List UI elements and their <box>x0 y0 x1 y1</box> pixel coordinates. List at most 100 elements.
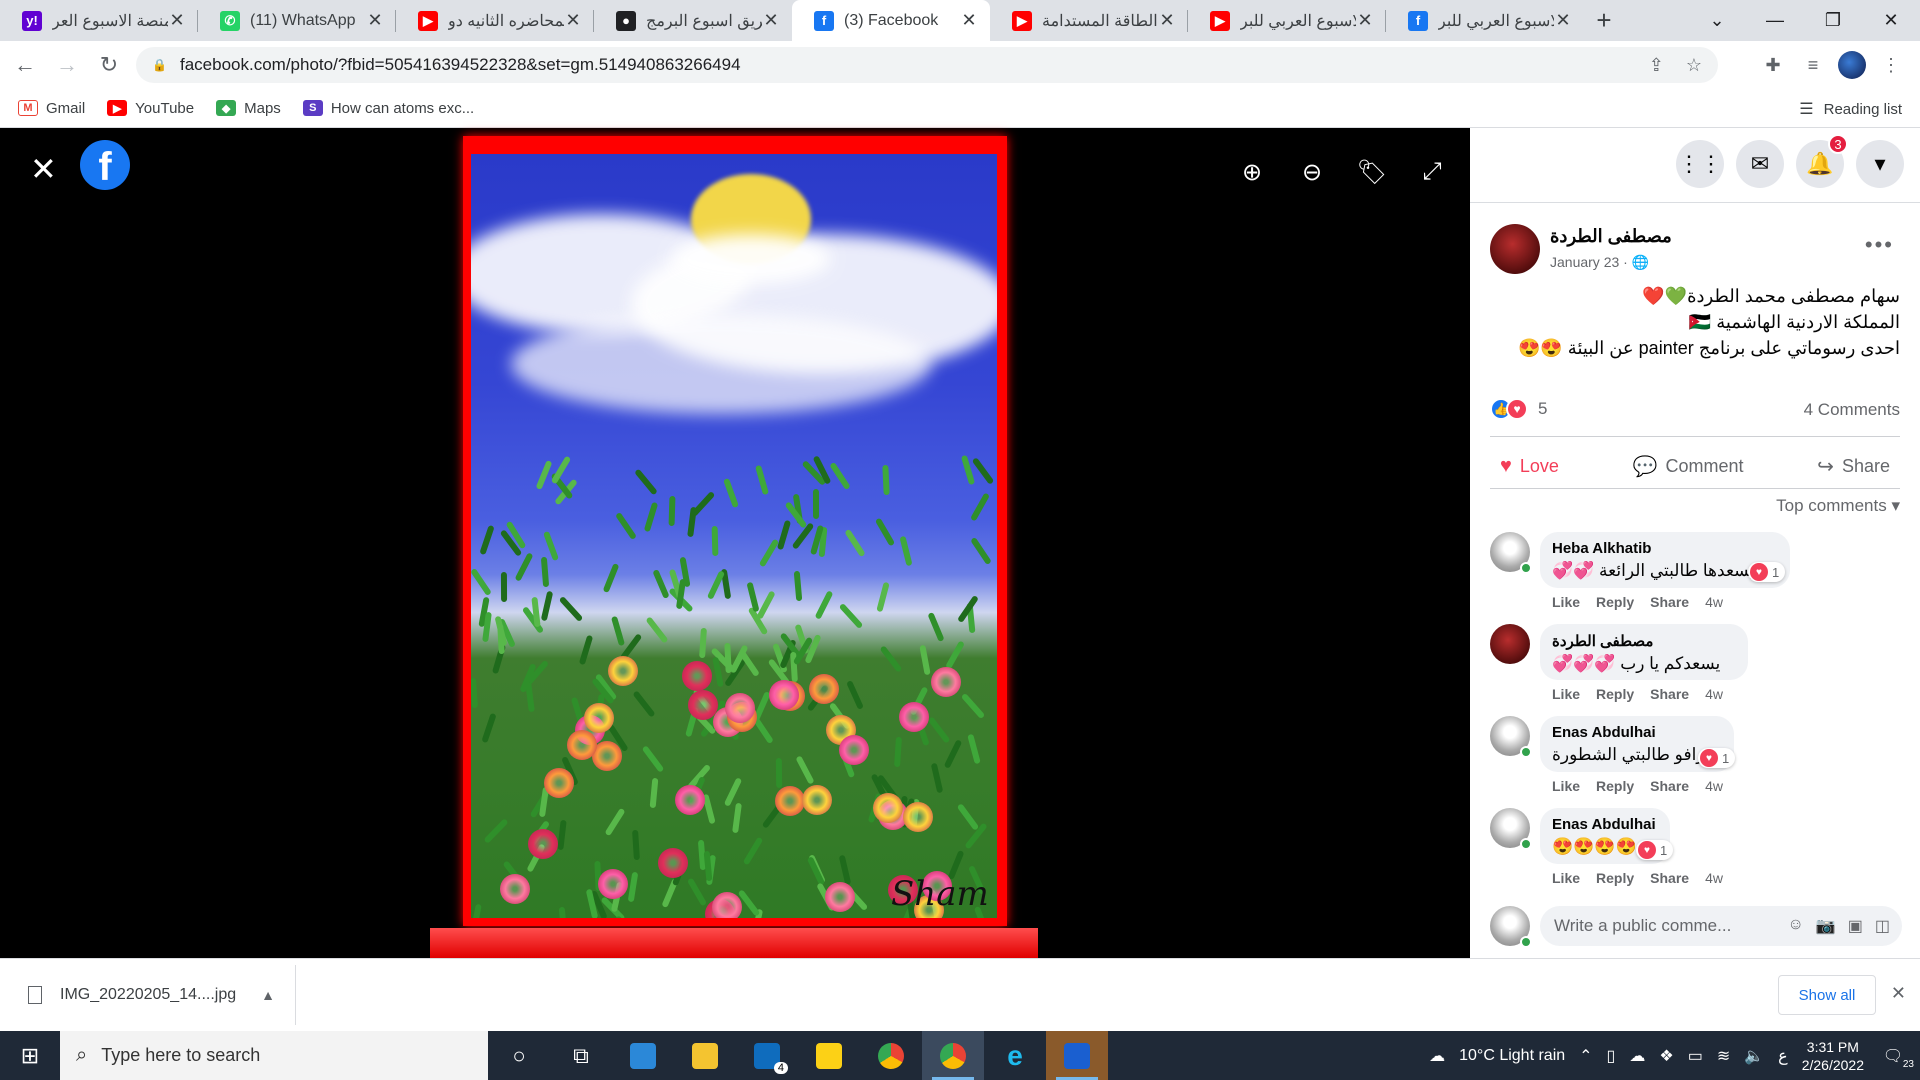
battery-icon[interactable]: ▭ <box>1688 1046 1703 1066</box>
close-window-button[interactable]: ✕ <box>1862 0 1920 41</box>
minimize-button[interactable]: — <box>1746 0 1804 41</box>
download-item[interactable]: IMG_20220205_14....jpg ▲ <box>0 965 296 1025</box>
weather-text[interactable]: 10°C Light rain <box>1459 1047 1565 1065</box>
close-icon[interactable]: ✕ <box>1158 10 1176 31</box>
share-button[interactable]: ↪ Share <box>1807 454 1900 479</box>
sticky-notes-icon[interactable] <box>798 1031 860 1080</box>
like-comment-button[interactable]: Like <box>1552 594 1580 610</box>
chrome-icon[interactable] <box>860 1031 922 1080</box>
new-tab-button[interactable]: + <box>1584 0 1624 41</box>
commenter-avatar[interactable] <box>1490 624 1530 664</box>
love-button[interactable]: ♥ Love <box>1490 455 1569 478</box>
commenter-name[interactable]: Heba Alkhatib <box>1552 540 1778 557</box>
task-view-icon[interactable]: ⧉ <box>550 1031 612 1080</box>
reply-button[interactable]: Reply <box>1596 870 1634 886</box>
author-avatar[interactable] <box>1490 224 1540 274</box>
menu-icon[interactable]: ⋮ <box>1876 47 1906 83</box>
tab-1[interactable]: y! منصة الاسبوع العر ✕ <box>0 0 198 41</box>
bookmark-youtube[interactable]: ▶ YouTube <box>107 100 194 117</box>
back-icon[interactable]: ← <box>8 48 42 82</box>
show-all-button[interactable]: Show all <box>1778 975 1876 1015</box>
close-icon[interactable]: ✕ <box>1891 983 1906 1004</box>
bookmark-star-icon[interactable]: ☆ <box>1686 55 1702 76</box>
reload-icon[interactable]: ↻ <box>92 48 126 82</box>
tab-4[interactable]: ● فريق اسبوع البرمج ✕ <box>594 0 792 41</box>
internet-explorer-icon[interactable]: e <box>984 1031 1046 1080</box>
comment-reactions[interactable]: ♥ 1 <box>1636 840 1674 860</box>
comment-reactions[interactable]: ♥ 1 <box>1748 562 1786 582</box>
share-comment-button[interactable]: Share <box>1650 594 1689 610</box>
more-options-icon[interactable]: ••• <box>1865 232 1894 258</box>
file-transfer-icon[interactable] <box>612 1031 674 1080</box>
comment-input[interactable]: Write a public comme... ☺ 📷 ▣ ◫ <box>1540 906 1902 946</box>
comment-reactions[interactable]: ♥ 1 <box>1698 748 1736 768</box>
comment-count[interactable]: 4 Comments <box>1804 400 1900 420</box>
tab-3[interactable]: ▶ المحاضره الثانيه دو ✕ <box>396 0 594 41</box>
share-comment-button[interactable]: Share <box>1650 778 1689 794</box>
extensions-icon[interactable]: ✚ <box>1758 47 1788 83</box>
bookmark-maps[interactable]: ◆ Maps <box>216 100 281 117</box>
camera-icon[interactable]: 📷 <box>1816 916 1836 936</box>
post-date[interactable]: January 23 · 🌐 <box>1550 254 1649 271</box>
tab-search-icon[interactable]: ⌄ <box>1688 0 1746 41</box>
tab-8[interactable]: f الاسبوع العربي للبر ✕ <box>1386 0 1584 41</box>
gif-icon[interactable]: ▣ <box>1848 916 1863 936</box>
media-control-icon[interactable]: ≡ <box>1798 47 1828 83</box>
notifications-bell-icon[interactable]: 🔔 3 <box>1796 134 1848 188</box>
bookmark-atoms[interactable]: S How can atoms exc... <box>302 100 474 117</box>
commenter-name[interactable]: Enas Abdulhai <box>1552 724 1722 741</box>
tab-2[interactable]: ✆ (11) WhatsApp ✕ <box>198 0 396 41</box>
mail-icon[interactable]: 4 <box>736 1031 798 1080</box>
clock[interactable]: 3:31 PM 2/26/2022 <box>1802 1038 1864 1074</box>
messenger-icon[interactable]: ✉ <box>1736 140 1784 188</box>
like-comment-button[interactable]: Like <box>1552 686 1580 702</box>
commenter-name[interactable]: مصطفى الطردة <box>1552 632 1736 650</box>
close-icon[interactable]: ✕ <box>762 10 780 31</box>
tab-5[interactable]: f (3) Facebook ✕ <box>792 0 990 41</box>
like-comment-button[interactable]: Like <box>1552 870 1580 886</box>
close-icon[interactable]: ✕ <box>30 150 57 188</box>
volume-icon[interactable]: 🔈 <box>1744 1046 1764 1066</box>
reaction-summary[interactable]: 👍 ♥ 5 <box>1490 398 1547 420</box>
maximize-button[interactable]: ❐ <box>1804 0 1862 41</box>
comment-sort-dropdown[interactable]: Top comments ▾ <box>1776 496 1900 516</box>
sticker-icon[interactable]: ◫ <box>1875 916 1890 936</box>
reply-button[interactable]: Reply <box>1596 778 1634 794</box>
app-tray-icon[interactable]: ❖ <box>1659 1046 1673 1066</box>
emoji-icon[interactable]: ☺ <box>1787 916 1803 936</box>
reading-list-button[interactable]: ☰ Reading list <box>1799 99 1902 119</box>
action-center-icon[interactable]: 🗨 23 <box>1878 1046 1914 1070</box>
tab-6[interactable]: ▶ الطاقة المستدامة ✕ <box>990 0 1188 41</box>
zoom-in-icon[interactable]: ⊕ <box>1232 152 1272 192</box>
comment-age[interactable]: 4w <box>1705 870 1723 886</box>
reply-button[interactable]: Reply <box>1596 594 1634 610</box>
reply-button[interactable]: Reply <box>1596 686 1634 702</box>
facebook-logo-icon[interactable]: f <box>80 140 130 190</box>
account-dropdown-icon[interactable]: ▾ <box>1856 140 1904 188</box>
comment-age[interactable]: 4w <box>1705 594 1723 610</box>
profile-avatar[interactable] <box>1838 51 1866 79</box>
wifi-icon[interactable]: ≋ <box>1717 1046 1730 1066</box>
comment-age[interactable]: 4w <box>1705 686 1723 702</box>
forward-icon[interactable]: → <box>50 48 84 82</box>
taskbar-search[interactable]: ⌕ Type here to search <box>60 1031 488 1080</box>
close-icon[interactable]: ✕ <box>1356 10 1374 31</box>
close-icon[interactable]: ✕ <box>960 10 978 31</box>
zoom-out-icon[interactable]: ⊖ <box>1292 152 1332 192</box>
fullscreen-icon[interactable]: ⤢ <box>1412 152 1452 192</box>
like-comment-button[interactable]: Like <box>1552 778 1580 794</box>
share-comment-button[interactable]: Share <box>1650 686 1689 702</box>
onedrive-icon[interactable]: ☁ <box>1629 1046 1645 1066</box>
windows-start-icon[interactable]: ⊞ <box>0 1031 60 1080</box>
chevron-up-icon[interactable]: ⌃ <box>1579 1046 1592 1066</box>
bookmark-gmail[interactable]: M Gmail <box>18 100 85 117</box>
weather-icon[interactable]: ☁ <box>1429 1046 1445 1066</box>
address-bar[interactable]: 🔒 facebook.com/photo/?fbid=5054163945223… <box>136 47 1718 83</box>
language-indicator[interactable]: ع <box>1778 1046 1788 1066</box>
close-icon[interactable]: ✕ <box>564 10 582 31</box>
comment-button[interactable]: 💬 Comment <box>1623 454 1754 479</box>
tag-icon[interactable]: 🏷 <box>1352 152 1392 192</box>
commenter-name[interactable]: Enas Abdulhai <box>1552 816 1658 833</box>
share-icon[interactable]: ⇪ <box>1649 55 1664 76</box>
comment-age[interactable]: 4w <box>1705 778 1723 794</box>
